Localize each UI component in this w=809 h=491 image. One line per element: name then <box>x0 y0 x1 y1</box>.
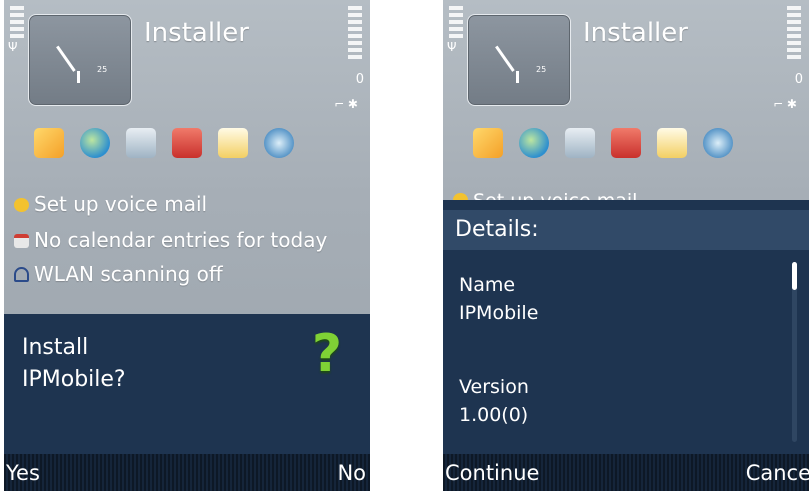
continue-softkey[interactable]: Continue <box>445 461 539 485</box>
details-panel: Details: Name IPMobile Version 1.00(0) <box>443 200 809 454</box>
bluetooth-icon: ⌐ ✱ <box>334 97 358 111</box>
wlan-icon <box>14 267 29 282</box>
version-value: 1.00(0) <box>459 404 529 426</box>
install-prompt: Install IPMobile? <box>22 335 126 392</box>
softkey-bar: Yes No <box>4 454 370 491</box>
softkey-bar: Continue Cance <box>443 454 809 491</box>
messaging-icon[interactable] <box>473 128 503 158</box>
no-softkey[interactable]: No <box>337 461 366 485</box>
battery-level: 0 <box>355 72 364 87</box>
phone-screen-left: Ψ 25 Installer 0 ⌐ ✱ Set up voice mail N… <box>4 0 370 491</box>
name-value: IPMobile <box>459 302 539 324</box>
tools-icon[interactable] <box>264 128 294 158</box>
notes-icon[interactable] <box>172 128 202 158</box>
notification-wlan[interactable]: WLAN scanning off <box>14 262 223 286</box>
signal-icon <box>449 6 463 41</box>
app-shortcut-bar <box>34 128 294 158</box>
web-icon[interactable] <box>519 128 549 158</box>
voicemail-icon <box>14 198 29 212</box>
details-header: Details: <box>443 210 809 250</box>
antenna-icon: Ψ <box>8 40 18 54</box>
notes-icon[interactable] <box>611 128 641 158</box>
cancel-softkey[interactable]: Cance <box>746 461 809 485</box>
name-label: Name <box>459 274 516 296</box>
battery-icon <box>348 6 362 62</box>
calendar-entry-icon <box>14 234 29 248</box>
messaging-icon[interactable] <box>34 128 64 158</box>
notification-calendar[interactable]: No calendar entries for today <box>14 228 327 252</box>
battery-level: 0 <box>794 72 803 87</box>
clock-widget: 25 <box>467 14 571 106</box>
signal-icon <box>10 6 24 41</box>
app-shortcut-bar <box>473 128 733 158</box>
app-title: Installer <box>583 18 688 48</box>
question-icon: ? <box>311 324 342 384</box>
version-label: Version <box>459 376 529 398</box>
web-icon[interactable] <box>80 128 110 158</box>
calendar-icon[interactable] <box>218 128 248 158</box>
battery-icon <box>787 6 801 62</box>
notification-voicemail[interactable]: Set up voice mail <box>14 192 207 216</box>
connectivity-icon[interactable] <box>565 128 595 158</box>
tools-icon[interactable] <box>703 128 733 158</box>
app-title: Installer <box>144 18 249 48</box>
details-scrollbar[interactable] <box>792 262 797 442</box>
install-dialog: Install IPMobile? ? <box>4 314 370 454</box>
scrollbar-thumb[interactable] <box>792 262 797 290</box>
connectivity-icon[interactable] <box>126 128 156 158</box>
clock-date: 25 <box>536 65 547 74</box>
yes-softkey[interactable]: Yes <box>6 461 40 485</box>
calendar-icon[interactable] <box>657 128 687 158</box>
bluetooth-icon: ⌐ ✱ <box>773 97 797 111</box>
antenna-icon: Ψ <box>447 40 457 54</box>
clock-date: 25 <box>97 65 108 74</box>
clock-widget: 25 <box>28 14 132 106</box>
phone-screen-right: Ψ 25 Installer 0 ⌐ ✱ Set up voice mail D… <box>443 0 809 491</box>
